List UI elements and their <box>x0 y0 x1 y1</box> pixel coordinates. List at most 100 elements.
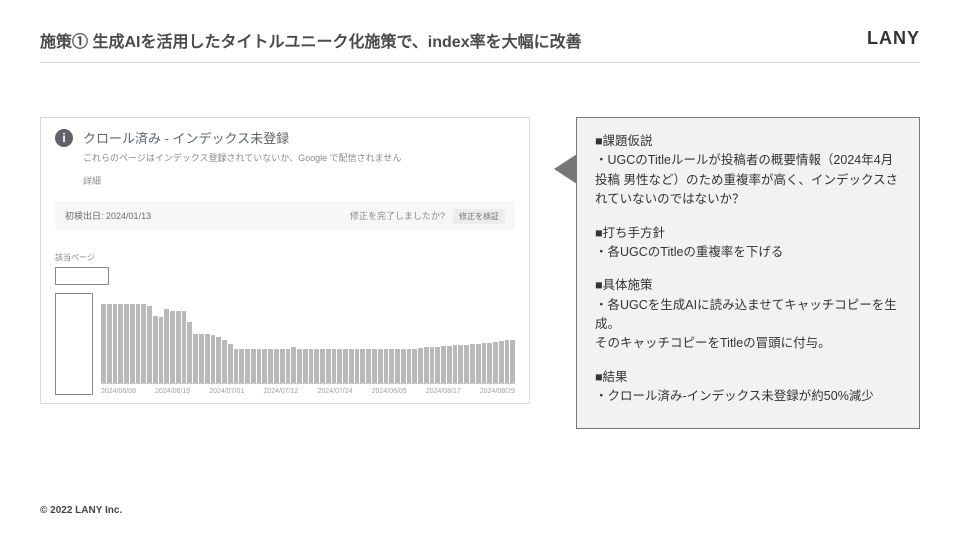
first-detected-value: 2024/01/13 <box>106 211 151 221</box>
bar <box>118 304 123 383</box>
bar <box>228 344 233 383</box>
first-detected-label: 初検出日: <box>65 211 104 221</box>
notes-heading: ■具体施策 <box>595 276 901 295</box>
bar <box>355 349 360 383</box>
notes-heading: ■課題仮説 <box>595 132 901 151</box>
notes-heading: ■結果 <box>595 368 901 387</box>
bar <box>159 317 164 383</box>
bar <box>291 347 296 383</box>
gsc-status-title: クロール済み - インデックス未登録 <box>83 128 401 147</box>
bar <box>101 304 106 383</box>
bar <box>176 311 181 383</box>
bar <box>458 345 463 383</box>
gsc-date-row: 初検出日: 2024/01/13 修正を完了しましたか? 修正を検証 <box>55 201 515 230</box>
notes-body: ・クロール済み-インデックス未登録が約50%減少 <box>595 387 901 406</box>
bar <box>314 349 319 383</box>
brand-logo: LANY <box>867 28 920 49</box>
bar <box>510 340 515 383</box>
bar <box>320 349 325 383</box>
bar <box>332 349 337 383</box>
bar <box>297 349 302 383</box>
bar <box>153 316 158 383</box>
bar <box>262 349 267 383</box>
bar <box>141 304 146 383</box>
bar <box>418 348 423 383</box>
gsc-details-link[interactable]: 詳細 <box>83 174 401 187</box>
redaction-box <box>55 293 93 395</box>
bar <box>470 344 475 383</box>
bar-chart <box>101 302 515 384</box>
bar <box>147 306 152 383</box>
pages-label: 該当ページ <box>55 252 515 263</box>
x-tick: 2024/06/08 <box>101 388 136 395</box>
bar <box>360 349 365 383</box>
notes-box: ■課題仮説 ・UGCのTitleルールが投稿者の概要情報（2024年4月投稿 男… <box>576 117 920 429</box>
bar <box>303 349 308 383</box>
bar <box>337 349 342 383</box>
bar <box>251 349 256 383</box>
bar <box>113 304 118 383</box>
x-tick: 2024/08/17 <box>426 388 461 395</box>
bar <box>326 349 331 383</box>
bar <box>245 349 250 383</box>
bar <box>372 349 377 383</box>
bar <box>389 349 394 383</box>
copyright: © 2022 LANY Inc. <box>40 505 122 516</box>
bar <box>280 349 285 383</box>
bar <box>107 304 112 383</box>
validate-button[interactable]: 修正を検証 <box>453 209 505 224</box>
bar <box>378 349 383 383</box>
bar <box>476 344 481 383</box>
bar <box>193 334 198 383</box>
bar <box>239 349 244 383</box>
bar <box>430 347 435 383</box>
x-tick: 2024/07/12 <box>263 388 298 395</box>
notes-body: そのキャッチコピーをTitleの冒頭に付与。 <box>595 334 901 353</box>
bar <box>216 337 221 383</box>
bar <box>407 349 412 383</box>
fixed-question: 修正を完了しましたか? <box>350 211 445 221</box>
x-tick: 2024/07/01 <box>209 388 244 395</box>
x-tick: 2024/06/19 <box>155 388 190 395</box>
bar <box>395 349 400 383</box>
gsc-panel: i クロール済み - インデックス未登録 これらのページはインデックス登録されて… <box>40 117 530 404</box>
bar <box>286 349 291 383</box>
bar <box>464 345 469 383</box>
redaction-box <box>55 267 109 285</box>
info-icon: i <box>55 129 73 147</box>
bar <box>130 304 135 383</box>
x-tick: 2024/08/05 <box>372 388 407 395</box>
bar <box>124 304 129 383</box>
bar <box>268 349 273 383</box>
bar <box>182 311 187 383</box>
bar <box>309 349 314 383</box>
bar <box>447 346 452 383</box>
notes-body: ・各UGCを生成AIに読み込ませてキャッチコピーを生成。 <box>595 296 901 335</box>
notes-body: ・各UGCのTitleの重複率を下げる <box>595 243 901 262</box>
bar <box>441 346 446 383</box>
notes-heading: ■打ち手方針 <box>595 224 901 243</box>
bar <box>505 340 510 383</box>
bar <box>384 349 389 383</box>
bar <box>205 334 210 383</box>
bar <box>453 345 458 383</box>
divider <box>40 62 920 63</box>
bar <box>366 349 371 383</box>
bar <box>401 349 406 383</box>
bar <box>412 349 417 383</box>
bar <box>487 343 492 383</box>
bar <box>343 349 348 383</box>
bar <box>424 347 429 383</box>
bar <box>274 349 279 383</box>
bar <box>349 349 354 383</box>
x-tick: 2024/08/29 <box>480 388 515 395</box>
bar <box>499 341 504 383</box>
bar <box>482 343 487 383</box>
bar <box>170 311 175 383</box>
notes-body: ・UGCのTitleルールが投稿者の概要情報（2024年4月投稿 男性など）のた… <box>595 151 901 209</box>
bar <box>136 304 141 383</box>
bar <box>164 309 169 383</box>
bar <box>257 349 262 383</box>
bar <box>234 349 239 383</box>
gsc-status-subtitle: これらのページはインデックス登録されていないか、Google で配信されません <box>83 151 401 164</box>
